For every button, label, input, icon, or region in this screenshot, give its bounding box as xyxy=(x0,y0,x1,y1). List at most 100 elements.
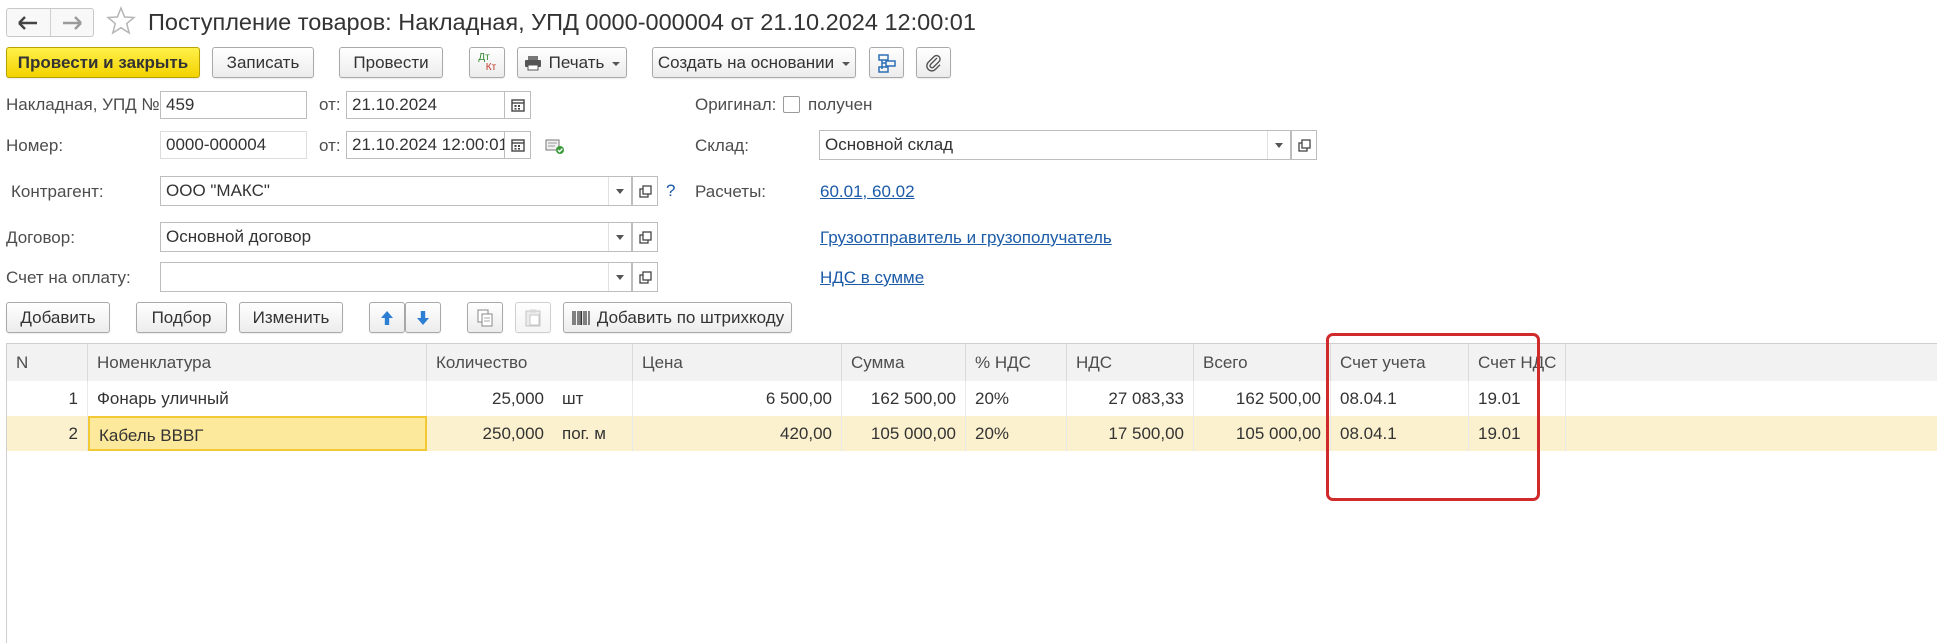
numbering-settings-icon[interactable] xyxy=(545,137,565,155)
number-date-input[interactable]: 21.10.2024 12:00:01 xyxy=(346,131,505,159)
number-input[interactable]: 0000-000004 xyxy=(160,131,307,159)
unit-cell[interactable]: пог. м xyxy=(553,416,633,451)
vat-rate-cell[interactable]: 20% xyxy=(966,381,1067,416)
post-button[interactable]: Провести xyxy=(339,47,443,78)
payment-invoice-label: Счет на оплату: xyxy=(6,268,131,287)
open-payment-invoice-button[interactable] xyxy=(632,262,658,292)
number-date-label: от: xyxy=(319,136,341,155)
settlements-link[interactable]: 60.01, 60.02 xyxy=(820,182,915,202)
favorite-star-icon[interactable] xyxy=(106,5,136,36)
table-row[interactable]: 1 Фонарь уличный 25,000 шт 6 500,00 162 … xyxy=(7,381,1937,417)
invoice-date-input[interactable]: 21.10.2024 xyxy=(346,91,505,119)
vat-rate-cell[interactable]: 20% xyxy=(966,416,1067,451)
original-received-label: получен xyxy=(808,95,873,114)
edit-button[interactable]: Изменить xyxy=(239,302,343,333)
post-and-close-button[interactable]: Провести и закрыть xyxy=(6,47,200,78)
column-header-vat-rate[interactable]: % НДС xyxy=(966,344,1067,381)
barcode-icon xyxy=(572,310,590,325)
save-button[interactable]: Записать xyxy=(212,47,314,78)
add-by-barcode-label: Добавить по штрихкоду xyxy=(596,307,785,327)
table-row-selected[interactable]: 2 Кабель ВВВГ 250,000 пог. м 420,00 105 … xyxy=(7,416,1937,451)
counterparty-label: Контрагент: xyxy=(11,182,104,201)
sum-cell[interactable]: 105 000,00 xyxy=(842,416,966,451)
column-header-quantity[interactable]: Количество xyxy=(427,344,633,381)
print-button[interactable]: Печать xyxy=(517,47,627,78)
goods-table: N Номенклатура Количество Цена Сумма % Н… xyxy=(6,343,1937,643)
add-by-barcode-button[interactable]: Добавить по штрихкоду xyxy=(563,302,792,333)
price-cell[interactable]: 420,00 xyxy=(633,416,842,451)
column-header-item[interactable]: Номенклатура xyxy=(88,344,427,381)
arrow-left-icon xyxy=(18,15,38,30)
help-icon[interactable]: ? xyxy=(666,181,675,201)
quantity-cell[interactable]: 25,000 xyxy=(427,381,553,416)
structure-button[interactable] xyxy=(869,47,904,78)
contract-label: Договор: xyxy=(6,228,75,247)
column-header-price[interactable]: Цена xyxy=(633,344,842,381)
vat-cell[interactable]: 17 500,00 xyxy=(1067,416,1194,451)
invoice-number-input[interactable]: 459 xyxy=(160,91,307,119)
create-based-on-button[interactable]: Создать на основании xyxy=(652,47,856,78)
paste-icon xyxy=(525,309,541,326)
vat-cell[interactable]: 27 083,33 xyxy=(1067,381,1194,416)
move-up-button[interactable] xyxy=(369,302,405,333)
column-header-sum[interactable]: Сумма xyxy=(842,344,966,381)
invoice-date-label: от: xyxy=(319,95,341,114)
back-button[interactable] xyxy=(7,9,50,36)
item-cell[interactable]: Фонарь уличный xyxy=(88,381,427,416)
copy-button[interactable] xyxy=(467,302,503,333)
document-structure-icon xyxy=(877,53,896,73)
chevron-down-icon[interactable] xyxy=(1267,131,1290,159)
arrow-right-icon xyxy=(62,15,82,30)
calendar-icon xyxy=(510,139,525,152)
item-cell-active[interactable]: Кабель ВВВГ xyxy=(88,416,427,451)
paperclip-icon xyxy=(925,54,941,72)
price-cell[interactable]: 6 500,00 xyxy=(633,381,842,416)
open-warehouse-button[interactable] xyxy=(1291,130,1317,160)
calendar-icon xyxy=(510,99,525,112)
number-label: Номер: xyxy=(6,136,64,155)
add-row-button[interactable]: Добавить xyxy=(6,302,110,333)
vat-in-sum-link[interactable]: НДС в сумме xyxy=(820,268,924,288)
column-header-n[interactable]: N xyxy=(7,344,88,381)
warehouse-value: Основной склад xyxy=(825,135,954,154)
pick-button[interactable]: Подбор xyxy=(136,302,227,333)
nav-buttons xyxy=(6,8,94,37)
open-contract-button[interactable] xyxy=(632,222,658,252)
total-cell[interactable]: 162 500,00 xyxy=(1194,381,1331,416)
forward-button[interactable] xyxy=(49,9,94,36)
calendar-button[interactable] xyxy=(505,131,531,159)
chevron-down-icon[interactable] xyxy=(608,223,631,251)
column-header-vat[interactable]: НДС xyxy=(1067,344,1194,381)
consignor-consignee-link[interactable]: Грузоотправитель и грузополучатель xyxy=(820,228,1112,248)
total-cell[interactable]: 105 000,00 xyxy=(1194,416,1331,451)
highlight-frame xyxy=(1326,333,1540,501)
printer-icon xyxy=(524,55,541,70)
attach-button[interactable] xyxy=(916,47,951,78)
sum-cell[interactable]: 162 500,00 xyxy=(842,381,966,416)
arrow-up-icon xyxy=(381,310,393,325)
chevron-down-icon[interactable] xyxy=(608,177,631,205)
row-number: 1 xyxy=(7,381,88,416)
window-title: Поступление товаров: Накладная, УПД 0000… xyxy=(148,9,976,35)
copy-icon xyxy=(477,309,493,326)
paste-button[interactable] xyxy=(515,302,551,333)
chevron-down-icon xyxy=(842,61,851,66)
column-header-total[interactable]: Всего xyxy=(1194,344,1331,381)
dt-kt-button[interactable]: Дт Кт xyxy=(469,47,505,78)
chevron-down-icon[interactable] xyxy=(608,263,631,291)
unit-cell[interactable]: шт xyxy=(553,381,633,416)
open-form-icon xyxy=(638,230,652,244)
open-form-icon xyxy=(638,270,652,284)
payment-invoice-select[interactable] xyxy=(160,262,632,292)
counterparty-select[interactable]: ООО "МАКС" xyxy=(160,176,632,206)
open-counterparty-button[interactable] xyxy=(632,176,658,206)
chevron-down-icon xyxy=(612,61,621,66)
contract-select[interactable]: Основной договор xyxy=(160,222,632,252)
quantity-cell[interactable]: 250,000 xyxy=(427,416,553,451)
calendar-button[interactable] xyxy=(505,91,531,119)
warehouse-select[interactable]: Основной склад xyxy=(819,130,1291,160)
move-down-button[interactable] xyxy=(405,302,441,333)
invoice-label: Накладная, УПД №: xyxy=(6,95,165,114)
contract-value: Основной договор xyxy=(166,227,312,246)
original-received-checkbox[interactable] xyxy=(783,96,800,113)
